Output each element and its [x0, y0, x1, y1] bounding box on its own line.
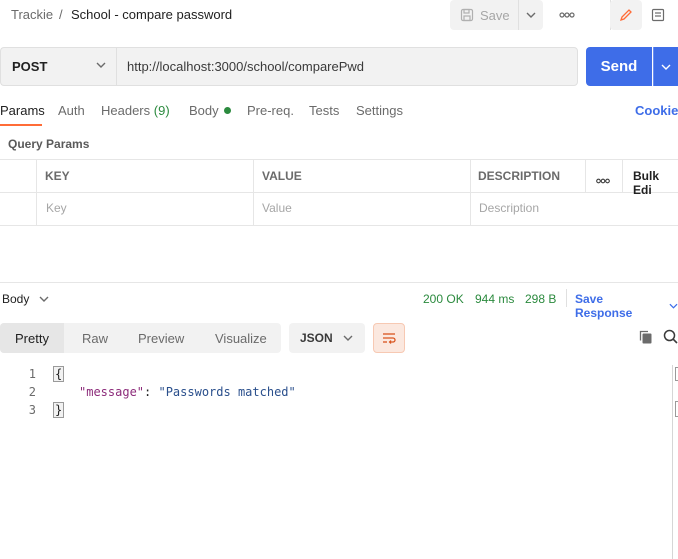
- chevron-down-icon: [96, 62, 106, 68]
- response-body-select[interactable]: Body: [2, 292, 49, 306]
- column-options-button[interactable]: [596, 172, 610, 187]
- breadcrumb-separator: /: [59, 7, 63, 22]
- line-number: 1: [28, 367, 36, 381]
- tab-params[interactable]: Params: [0, 103, 45, 118]
- code-line: }: [53, 402, 65, 418]
- view-tab-raw[interactable]: Raw: [82, 323, 108, 353]
- wrap-lines-icon: [383, 333, 396, 344]
- pencil-icon: [619, 9, 632, 22]
- tab-tests[interactable]: Tests: [309, 103, 339, 118]
- save-group: Save: [450, 0, 543, 30]
- documentation-button[interactable]: [648, 5, 668, 25]
- body-indicator-dot: [223, 107, 231, 114]
- close-brace: }: [53, 402, 65, 418]
- headers-count: (9): [153, 103, 170, 118]
- bulk-edit-button[interactable]: Bulk Edi: [633, 169, 678, 197]
- status-badge[interactable]: 200 OK: [423, 292, 464, 306]
- method-select[interactable]: POST: [0, 47, 116, 86]
- param-description-input[interactable]: Description: [479, 201, 539, 215]
- search-icon[interactable]: [663, 329, 678, 348]
- response-view-tabs: Pretty Raw Preview Visualize: [0, 323, 281, 353]
- tab-body[interactable]: Body: [189, 103, 231, 118]
- column-header-key: KEY: [45, 169, 70, 183]
- response-body-label: Body: [2, 292, 30, 306]
- view-tab-pretty[interactable]: Pretty: [0, 323, 64, 353]
- more-horizontal-icon: [596, 178, 610, 184]
- table-col-divider: [585, 159, 586, 192]
- wrap-lines-button[interactable]: [373, 323, 405, 353]
- more-options-button[interactable]: [555, 6, 579, 24]
- column-header-description: DESCRIPTION: [478, 169, 561, 183]
- more-horizontal-icon: [559, 12, 575, 18]
- table-col-divider: [470, 159, 471, 225]
- code-line: {: [53, 366, 65, 382]
- open-brace: {: [53, 366, 65, 382]
- chevron-down-icon: [661, 64, 671, 70]
- response-divider: [0, 282, 678, 283]
- column-header-value: VALUE: [262, 169, 302, 183]
- chevron-down-icon: [39, 296, 49, 302]
- line-number: 2: [28, 385, 36, 399]
- param-value-input[interactable]: Value: [262, 201, 292, 215]
- query-params-label: Query Params: [8, 137, 90, 151]
- url-text: http://localhost:3000/school/comparePwd: [127, 59, 365, 74]
- cookies-link[interactable]: Cookies: [635, 103, 678, 118]
- send-button[interactable]: Send: [586, 47, 652, 86]
- param-key-input[interactable]: Key: [46, 201, 67, 215]
- tab-auth[interactable]: Auth: [58, 103, 85, 118]
- response-size[interactable]: 298 B: [525, 292, 556, 306]
- save-response-button[interactable]: Save Response: [575, 292, 678, 320]
- table-col-divider: [253, 159, 254, 225]
- save-options-button[interactable]: [518, 0, 543, 30]
- top-bar: Trackie / School - compare password Save: [0, 0, 678, 34]
- chevron-down-icon: [343, 335, 353, 341]
- tab-settings[interactable]: Settings: [356, 103, 403, 118]
- format-label: JSON: [300, 331, 333, 345]
- method-label: POST: [12, 59, 48, 74]
- table-border-mid: [0, 192, 678, 193]
- save-label: Save: [480, 7, 510, 23]
- active-tab-indicator: [0, 124, 42, 126]
- request-tabs: Params Auth Headers (9) Body Pre-req. Te…: [0, 100, 678, 128]
- line-number: 3: [28, 403, 36, 417]
- chevron-down-icon: [669, 303, 678, 309]
- json-colon: :: [144, 385, 159, 399]
- send-options-button[interactable]: [653, 47, 678, 86]
- json-value: "Passwords matched": [158, 385, 296, 399]
- response-time[interactable]: 944 ms: [475, 292, 514, 306]
- comment-icon: [651, 8, 665, 22]
- tab-prereq[interactable]: Pre-req.: [247, 103, 294, 118]
- tab-headers-label: Headers: [101, 103, 151, 118]
- tab-body-label: Body: [189, 103, 219, 118]
- table-border-top: [0, 159, 678, 160]
- divider: [566, 289, 567, 307]
- table-col-divider: [36, 159, 37, 225]
- json-key: "message": [79, 385, 145, 399]
- save-icon: [460, 8, 474, 22]
- view-tab-preview[interactable]: Preview: [138, 323, 184, 353]
- request-title[interactable]: School - compare password: [71, 7, 232, 22]
- breadcrumb-workspace[interactable]: Trackie: [11, 7, 53, 22]
- table-border-bottom: [0, 225, 678, 226]
- edit-button[interactable]: [610, 0, 642, 30]
- chevron-down-icon: [526, 12, 536, 18]
- copy-icon[interactable]: [638, 329, 654, 348]
- editor-scrollbar-track[interactable]: [672, 365, 673, 559]
- format-select[interactable]: JSON: [289, 323, 365, 353]
- save-button[interactable]: Save: [450, 0, 518, 30]
- tab-headers[interactable]: Headers (9): [101, 103, 170, 118]
- table-col-divider: [622, 159, 623, 192]
- url-input[interactable]: http://localhost:3000/school/comparePwd: [116, 47, 578, 86]
- code-line: "message": "Passwords matched": [79, 385, 296, 399]
- save-response-label: Save Response: [575, 292, 633, 320]
- view-tab-visualize[interactable]: Visualize: [215, 323, 267, 353]
